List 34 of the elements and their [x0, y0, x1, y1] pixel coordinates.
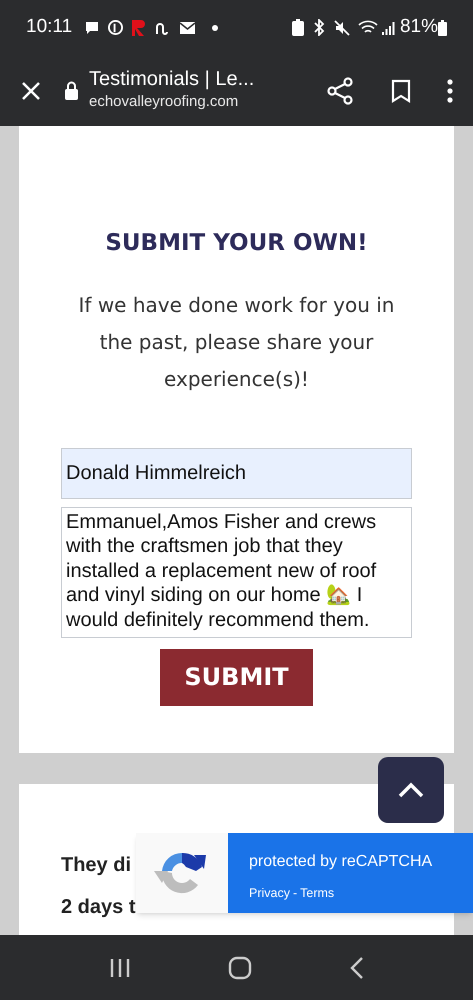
recent-apps-icon[interactable]: [108, 956, 131, 978]
menu-icon[interactable]: [447, 78, 453, 102]
back-icon[interactable]: [350, 956, 364, 980]
name-field[interactable]: Donald Himmelreich: [61, 448, 412, 498]
form-intro: If we have done work for you in the past, please share your experience(s)!: [78, 292, 396, 392]
terms-link[interactable]: Terms: [300, 884, 334, 903]
scroll-top-button[interactable]: [378, 757, 444, 823]
mute-icon: [334, 20, 350, 36]
bookmark-icon[interactable]: [391, 78, 411, 102]
page-url: echovalleyroofing.com: [89, 92, 240, 112]
battery-percentage: 81%: [400, 15, 438, 40]
battery-icon: [438, 20, 447, 36]
page-title: Testimonials | Le...: [89, 67, 254, 92]
link-separator: -: [292, 885, 298, 902]
testimonial-text: 2 days t: [61, 895, 136, 920]
lock-icon: [64, 81, 79, 100]
message-icon: [84, 20, 100, 36]
share-icon[interactable]: [327, 76, 353, 104]
testimonial-text: They di: [61, 853, 132, 878]
recaptcha-title: protected by reCAPTCHA: [249, 852, 434, 872]
app-icon: [131, 18, 148, 36]
chevron-up-icon: [398, 782, 424, 798]
message-field[interactable]: Emmanuel,Amos Fisher and crews with the craftsmen job that they installed a replacement new of roof and vinyl siding on our home 🏡 I would definitely recommend them.: [61, 506, 412, 638]
form-heading: SUBMIT YOUR OWN!: [105, 229, 368, 258]
wifi-icon: [358, 20, 378, 36]
home-icon[interactable]: [228, 956, 252, 980]
submit-button[interactable]: SUBMIT: [160, 648, 313, 706]
privacy-link[interactable]: Privacy: [249, 884, 290, 903]
mail-icon: [179, 20, 196, 35]
bluetooth-icon: [312, 19, 326, 36]
close-icon[interactable]: [20, 80, 42, 102]
signal-icon: [382, 20, 396, 36]
clock: 10:11: [26, 15, 72, 40]
dot-icon: [212, 24, 218, 30]
